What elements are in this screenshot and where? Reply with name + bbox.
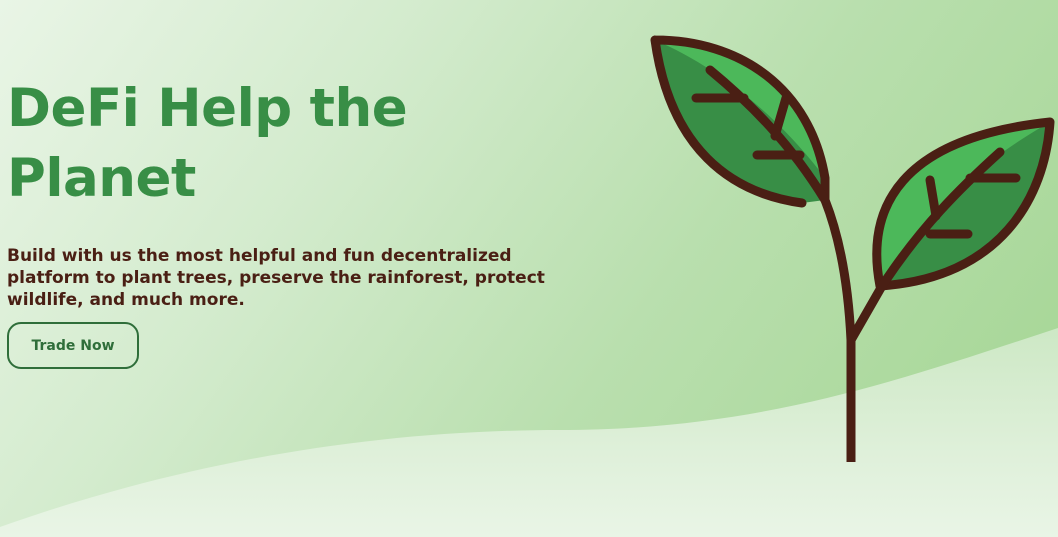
left-leaf [650,35,830,208]
hero-subtitle: Build with us the most helpful and fun d… [7,246,545,310]
right-leaf [872,117,1055,291]
sprout-icon [650,35,1055,462]
trade-now-button[interactable]: Trade Now [7,322,139,369]
hero-title: DeFi Help the Planet [7,78,408,209]
hero-section: DeFi Help the Planet Build with us the m… [7,74,607,311]
